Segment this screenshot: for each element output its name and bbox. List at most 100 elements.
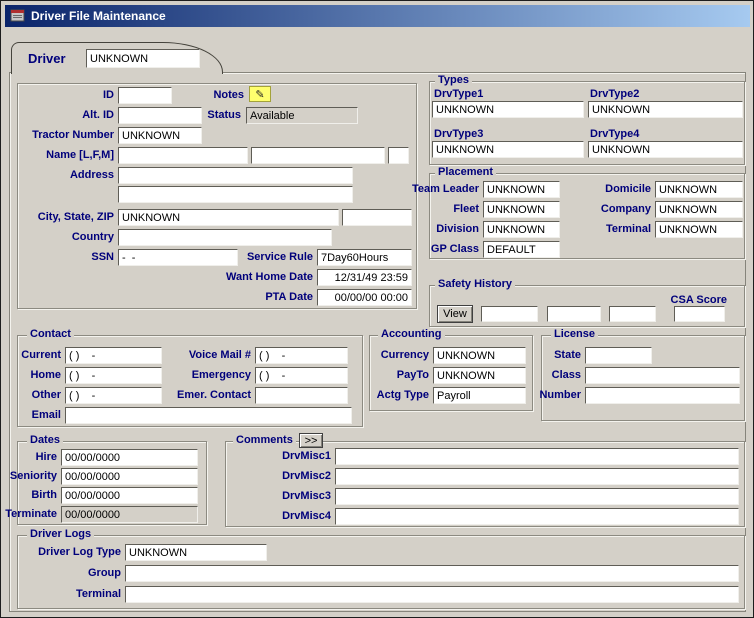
currency-input[interactable]: [433, 347, 526, 364]
seniority-date-input[interactable]: [61, 468, 198, 485]
notes-icon[interactable]: ✎: [249, 86, 271, 102]
city-state-zip-label: City, State, ZIP: [6, 211, 114, 223]
license-title: License: [551, 328, 598, 340]
seniority-date-label: Seniority: [1, 470, 57, 482]
drvtype1-label: DrvType1: [434, 88, 483, 100]
division-input[interactable]: [483, 221, 560, 238]
drvtype4-input[interactable]: [588, 141, 743, 158]
home-phone-label: Home: [5, 369, 61, 381]
fleet-input[interactable]: [483, 201, 560, 218]
status-field: [246, 107, 358, 124]
terminate-date-label: Terminate: [1, 508, 57, 520]
alt-id-input[interactable]: [118, 107, 202, 124]
company-input[interactable]: [655, 201, 743, 218]
csa-score-input[interactable]: [674, 306, 725, 322]
drvtype3-input[interactable]: [432, 141, 584, 158]
drvtype4-label: DrvType4: [590, 128, 639, 140]
tractor-number-input[interactable]: [118, 127, 202, 144]
driver-log-type-label: Driver Log Type: [16, 546, 121, 558]
country-input[interactable]: [118, 229, 332, 246]
team-leader-input[interactable]: [483, 181, 560, 198]
license-state-input[interactable]: [585, 347, 652, 364]
id-input[interactable]: [118, 87, 172, 104]
csa-score-label: CSA Score: [647, 294, 727, 306]
name-label: Name [L,F,M]: [11, 149, 114, 161]
title-bar: Driver File Maintenance: [5, 5, 750, 27]
types-title: Types: [435, 74, 472, 86]
emergency-phone-input[interactable]: [255, 367, 348, 384]
log-group-label: Group: [16, 567, 121, 579]
city-input[interactable]: [118, 209, 339, 226]
address-label: Address: [11, 169, 114, 181]
payto-label: PayTo: [364, 369, 429, 381]
log-group-input[interactable]: [125, 565, 739, 582]
drvmisc1-label: DrvMisc1: [266, 450, 331, 462]
actg-type-label: Actg Type: [364, 389, 429, 401]
drvtype2-input[interactable]: [588, 101, 743, 118]
current-phone-label: Current: [5, 349, 61, 361]
dates-title: Dates: [27, 434, 63, 446]
hire-date-input[interactable]: [61, 449, 198, 466]
license-number-label: Number: [521, 389, 581, 401]
want-home-date-input[interactable]: [317, 269, 412, 286]
safety-score2-input[interactable]: [547, 306, 601, 322]
other-phone-label: Other: [5, 389, 61, 401]
pta-date-label: PTA Date: [201, 291, 313, 303]
payto-input[interactable]: [433, 367, 526, 384]
driver-log-type-input[interactable]: [125, 544, 267, 561]
voice-mail-input[interactable]: [255, 347, 348, 364]
zip-input[interactable]: [342, 209, 412, 226]
comments-expand-button[interactable]: >>: [299, 433, 323, 448]
driver-code-input[interactable]: [86, 49, 200, 68]
drvtype2-label: DrvType2: [590, 88, 639, 100]
license-class-input[interactable]: [585, 367, 740, 384]
tractor-number-label: Tractor Number: [11, 129, 114, 141]
birth-date-input[interactable]: [61, 487, 198, 504]
emergency-phone-label: Emergency: [166, 369, 251, 381]
name-first-input[interactable]: [251, 147, 385, 164]
view-button[interactable]: View: [437, 305, 473, 323]
email-label: Email: [5, 409, 61, 421]
company-label: Company: [581, 203, 651, 215]
ssn-input[interactable]: [118, 249, 238, 266]
current-phone-input[interactable]: [65, 347, 162, 364]
other-phone-input[interactable]: [65, 387, 162, 404]
ssn-label: SSN: [11, 251, 114, 263]
drvmisc2-label: DrvMisc2: [266, 470, 331, 482]
placement-terminal-input[interactable]: [655, 221, 743, 238]
drvmisc3-input[interactable]: [335, 488, 739, 505]
email-input[interactable]: [65, 407, 352, 424]
name-middle-input[interactable]: [388, 147, 409, 164]
drvmisc1-input[interactable]: [335, 448, 739, 465]
voice-mail-label: Voice Mail #: [166, 349, 251, 361]
license-class-label: Class: [521, 369, 581, 381]
drvtype1-input[interactable]: [432, 101, 584, 118]
emer-contact-input[interactable]: [255, 387, 348, 404]
name-last-input[interactable]: [118, 147, 248, 164]
window-title: Driver File Maintenance: [31, 9, 166, 23]
notes-label: Notes: [184, 89, 244, 101]
service-rule-input[interactable]: [317, 249, 412, 266]
log-terminal-input[interactable]: [125, 586, 739, 603]
license-number-input[interactable]: [585, 387, 740, 404]
currency-label: Currency: [364, 349, 429, 361]
address-line2-input[interactable]: [118, 186, 353, 203]
safety-score1-input[interactable]: [481, 306, 538, 322]
drvmisc4-input[interactable]: [335, 508, 739, 525]
home-phone-input[interactable]: [65, 367, 162, 384]
driver-logs-title: Driver Logs: [27, 528, 94, 540]
want-home-date-label: Want Home Date: [201, 271, 313, 283]
domicile-input[interactable]: [655, 181, 743, 198]
drvtype3-label: DrvType3: [434, 128, 483, 140]
tab-driver-label[interactable]: Driver: [28, 51, 66, 66]
safety-score3-input[interactable]: [609, 306, 656, 322]
pta-date-input[interactable]: [317, 289, 412, 306]
hire-date-label: Hire: [1, 451, 57, 463]
drvmisc3-label: DrvMisc3: [266, 490, 331, 502]
drvmisc2-input[interactable]: [335, 468, 739, 485]
actg-type-input[interactable]: [433, 387, 526, 404]
id-label: ID: [11, 89, 114, 101]
gp-class-input[interactable]: [483, 241, 560, 258]
address-line1-input[interactable]: [118, 167, 353, 184]
domicile-label: Domicile: [581, 183, 651, 195]
